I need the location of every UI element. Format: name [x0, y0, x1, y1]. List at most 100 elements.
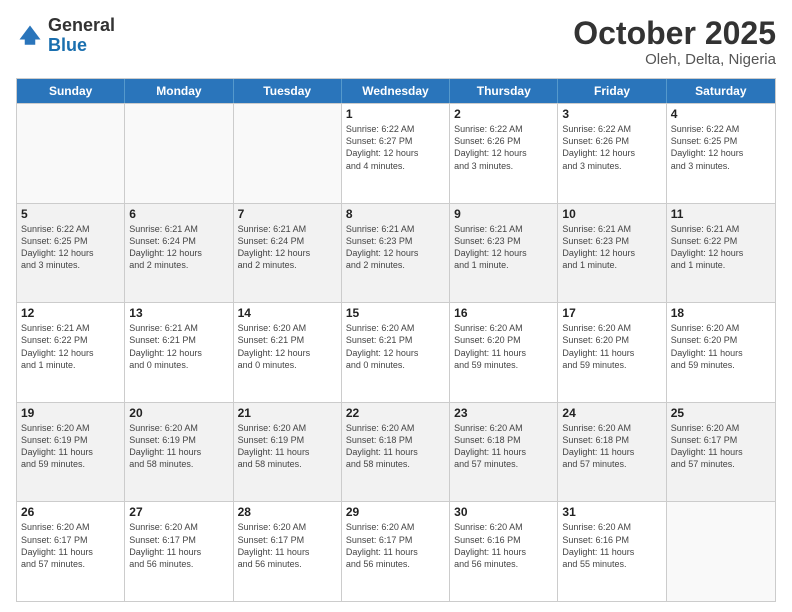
calendar-day-cell: 27 Sunrise: 6:20 AM Sunset: 6:17 PM Dayli… — [125, 502, 233, 601]
calendar-day-cell: 3Sunrise: 6:22 AM Sunset: 6:26 PM Daylig… — [558, 104, 666, 203]
calendar-day-cell: 26 Sunrise: 6:20 AM Sunset: 6:17 PM Dayli… — [17, 502, 125, 601]
day-number: 12 — [21, 306, 120, 320]
day-number: 18 — [671, 306, 771, 320]
day-info: Sunrise: 6:21 AM Sunset: 6:21 PM Dayligh… — [129, 322, 228, 371]
calendar-week-row: 26 Sunrise: 6:20 AM Sunset: 6:17 PM Dayli… — [17, 501, 775, 601]
month-title: October 2025 — [573, 16, 776, 51]
calendar-day-cell: 6Sunrise: 6:21 AM Sunset: 6:24 PM Daylig… — [125, 204, 233, 303]
day-number: 22 — [346, 406, 445, 420]
day-number: 29 — [346, 505, 445, 519]
day-of-week-header: Tuesday — [234, 79, 342, 103]
day-info: Sunrise: 6:20 AM Sunset: 6:20 PM Dayligh… — [454, 322, 553, 371]
day-info: Sunrise: 6:20 AM Sunset: 6:19 PM Dayligh… — [238, 422, 337, 471]
day-info: Sunrise: 6:20 AM Sunset: 6:17 PM Dayligh… — [671, 422, 771, 471]
day-number: 2 — [454, 107, 553, 121]
calendar-week-row: 19 Sunrise: 6:20 AM Sunset: 6:19 PM Dayli… — [17, 402, 775, 502]
day-number: 31 — [562, 505, 661, 519]
calendar-empty-cell — [667, 502, 775, 601]
calendar-day-cell: 15 Sunrise: 6:20 AM Sunset: 6:21 PM Dayli… — [342, 303, 450, 402]
day-number: 27 — [129, 505, 228, 519]
calendar-empty-cell — [234, 104, 342, 203]
day-info: Sunrise: 6:21 AM Sunset: 6:23 PM Dayligh… — [454, 223, 553, 272]
calendar-header-row: SundayMondayTuesdayWednesdayThursdayFrid… — [17, 79, 775, 103]
calendar-week-row: 1Sunrise: 6:22 AM Sunset: 6:27 PM Daylig… — [17, 103, 775, 203]
calendar-day-cell: 7Sunrise: 6:21 AM Sunset: 6:24 PM Daylig… — [234, 204, 342, 303]
calendar-week-row: 12 Sunrise: 6:21 AM Sunset: 6:22 PM Dayli… — [17, 302, 775, 402]
calendar-day-cell: 29Sunrise: 6:20 AM Sunset: 6:17 PM Dayli… — [342, 502, 450, 601]
day-info: Sunrise: 6:22 AM Sunset: 6:25 PM Dayligh… — [671, 123, 771, 172]
day-number: 5 — [21, 207, 120, 221]
calendar-day-cell: 18Sunrise: 6:20 AM Sunset: 6:20 PM Dayli… — [667, 303, 775, 402]
logo-text: General Blue — [48, 16, 115, 56]
day-of-week-header: Thursday — [450, 79, 558, 103]
calendar-day-cell: 8Sunrise: 6:21 AM Sunset: 6:23 PM Daylig… — [342, 204, 450, 303]
day-number: 16 — [454, 306, 553, 320]
day-info: Sunrise: 6:21 AM Sunset: 6:22 PM Dayligh… — [671, 223, 771, 272]
day-info: Sunrise: 6:20 AM Sunset: 6:17 PM Dayligh… — [129, 521, 228, 570]
day-number: 28 — [238, 505, 337, 519]
day-info: Sunrise: 6:20 AM Sunset: 6:19 PM Dayligh… — [21, 422, 120, 471]
calendar-day-cell: 17Sunrise: 6:20 AM Sunset: 6:20 PM Dayli… — [558, 303, 666, 402]
calendar-day-cell: 19 Sunrise: 6:20 AM Sunset: 6:19 PM Dayli… — [17, 403, 125, 502]
calendar-day-cell: 1Sunrise: 6:22 AM Sunset: 6:27 PM Daylig… — [342, 104, 450, 203]
day-of-week-header: Monday — [125, 79, 233, 103]
day-number: 3 — [562, 107, 661, 121]
logo-icon — [16, 22, 44, 50]
day-info: Sunrise: 6:20 AM Sunset: 6:21 PM Dayligh… — [238, 322, 337, 371]
calendar: SundayMondayTuesdayWednesdayThursdayFrid… — [16, 78, 776, 602]
day-number: 4 — [671, 107, 771, 121]
calendar-day-cell: 12 Sunrise: 6:21 AM Sunset: 6:22 PM Dayli… — [17, 303, 125, 402]
day-info: Sunrise: 6:20 AM Sunset: 6:19 PM Dayligh… — [129, 422, 228, 471]
calendar-day-cell: 9 Sunrise: 6:21 AM Sunset: 6:23 PM Daylig… — [450, 204, 558, 303]
calendar-day-cell: 30Sunrise: 6:20 AM Sunset: 6:16 PM Dayli… — [450, 502, 558, 601]
day-number: 26 — [21, 505, 120, 519]
day-number: 23 — [454, 406, 553, 420]
day-number: 21 — [238, 406, 337, 420]
day-info: Sunrise: 6:22 AM Sunset: 6:25 PM Dayligh… — [21, 223, 120, 272]
day-info: Sunrise: 6:20 AM Sunset: 6:17 PM Dayligh… — [238, 521, 337, 570]
calendar-day-cell: 28 Sunrise: 6:20 AM Sunset: 6:17 PM Dayli… — [234, 502, 342, 601]
day-info: Sunrise: 6:20 AM Sunset: 6:16 PM Dayligh… — [562, 521, 661, 570]
day-of-week-header: Friday — [558, 79, 666, 103]
day-number: 19 — [21, 406, 120, 420]
day-info: Sunrise: 6:20 AM Sunset: 6:18 PM Dayligh… — [346, 422, 445, 471]
day-info: Sunrise: 6:20 AM Sunset: 6:18 PM Dayligh… — [454, 422, 553, 471]
day-info: Sunrise: 6:20 AM Sunset: 6:17 PM Dayligh… — [21, 521, 120, 570]
calendar-day-cell: 25Sunrise: 6:20 AM Sunset: 6:17 PM Dayli… — [667, 403, 775, 502]
day-number: 30 — [454, 505, 553, 519]
day-info: Sunrise: 6:20 AM Sunset: 6:18 PM Dayligh… — [562, 422, 661, 471]
logo-general: General — [48, 15, 115, 35]
title-block: October 2025 Oleh, Delta, Nigeria — [573, 16, 776, 68]
page: General Blue October 2025 Oleh, Delta, N… — [0, 0, 792, 612]
day-info: Sunrise: 6:21 AM Sunset: 6:22 PM Dayligh… — [21, 322, 120, 371]
logo-blue: Blue — [48, 35, 87, 55]
day-number: 20 — [129, 406, 228, 420]
calendar-day-cell: 11 Sunrise: 6:21 AM Sunset: 6:22 PM Dayli… — [667, 204, 775, 303]
calendar-empty-cell — [17, 104, 125, 203]
day-number: 6 — [129, 207, 228, 221]
calendar-day-cell: 23 Sunrise: 6:20 AM Sunset: 6:18 PM Dayli… — [450, 403, 558, 502]
day-number: 11 — [671, 207, 771, 221]
calendar-day-cell: 5 Sunrise: 6:22 AM Sunset: 6:25 PM Daylig… — [17, 204, 125, 303]
day-number: 9 — [454, 207, 553, 221]
calendar-day-cell: 31 Sunrise: 6:20 AM Sunset: 6:16 PM Dayli… — [558, 502, 666, 601]
day-of-week-header: Saturday — [667, 79, 775, 103]
day-number: 14 — [238, 306, 337, 320]
day-info: Sunrise: 6:21 AM Sunset: 6:23 PM Dayligh… — [346, 223, 445, 272]
calendar-day-cell: 10Sunrise: 6:21 AM Sunset: 6:23 PM Dayli… — [558, 204, 666, 303]
calendar-day-cell: 14 Sunrise: 6:20 AM Sunset: 6:21 PM Dayli… — [234, 303, 342, 402]
day-number: 7 — [238, 207, 337, 221]
day-info: Sunrise: 6:20 AM Sunset: 6:20 PM Dayligh… — [562, 322, 661, 371]
header: General Blue October 2025 Oleh, Delta, N… — [16, 16, 776, 68]
day-of-week-header: Sunday — [17, 79, 125, 103]
day-info: Sunrise: 6:20 AM Sunset: 6:21 PM Dayligh… — [346, 322, 445, 371]
calendar-day-cell: 20 Sunrise: 6:20 AM Sunset: 6:19 PM Dayli… — [125, 403, 233, 502]
calendar-empty-cell — [125, 104, 233, 203]
calendar-day-cell: 16 Sunrise: 6:20 AM Sunset: 6:20 PM Dayli… — [450, 303, 558, 402]
day-number: 15 — [346, 306, 445, 320]
day-info: Sunrise: 6:21 AM Sunset: 6:23 PM Dayligh… — [562, 223, 661, 272]
location: Oleh, Delta, Nigeria — [573, 51, 776, 68]
calendar-day-cell: 2Sunrise: 6:22 AM Sunset: 6:26 PM Daylig… — [450, 104, 558, 203]
calendar-day-cell: 4 Sunrise: 6:22 AM Sunset: 6:25 PM Daylig… — [667, 104, 775, 203]
day-number: 1 — [346, 107, 445, 121]
